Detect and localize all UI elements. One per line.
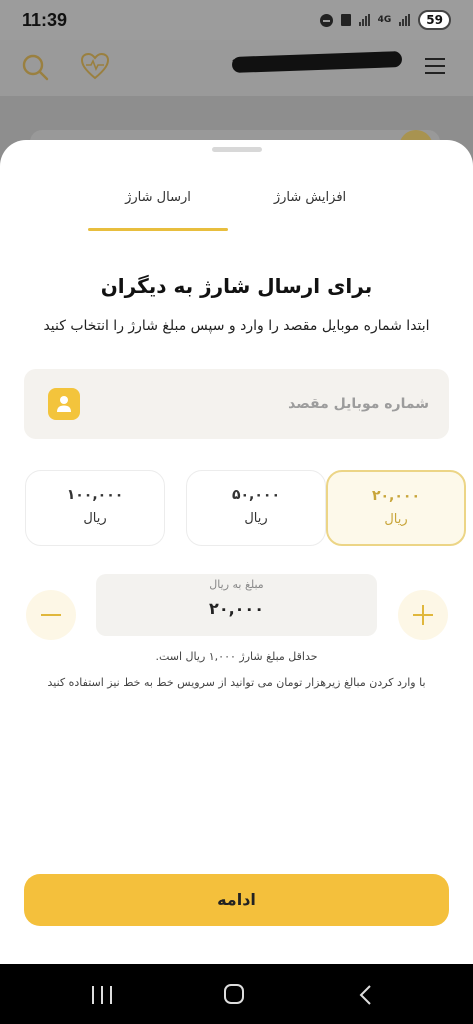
phone-number-input[interactable] (114, 389, 429, 419)
amount-option-unit: ریال (83, 511, 107, 526)
continue-button[interactable]: ادامه (24, 874, 449, 926)
signal-icon-2 (399, 14, 411, 26)
sheet-subtitle: ابتدا شماره موبایل مقصد را وارد و سپس مب… (43, 318, 430, 334)
phone-field (24, 369, 449, 439)
recents-icon[interactable] (92, 986, 112, 1004)
amount-option-value: ۵۰,۰۰۰ (231, 487, 281, 503)
back-icon[interactable] (358, 985, 372, 1005)
status-time: 11:39 (22, 9, 68, 30)
amount-input-label: مبلغ به ریال (209, 578, 264, 591)
amount-option-unit: ریال (384, 512, 408, 527)
amount-option-20000[interactable]: ۲۰,۰۰۰ ریال (326, 470, 466, 546)
service-note: با وارد کردن مبالغ زیرهزار تومان می توان… (47, 676, 426, 689)
menu-icon[interactable] (425, 58, 445, 79)
increase-amount-button[interactable] (398, 590, 448, 640)
amount-option-100000[interactable]: ۱۰۰,۰۰۰ ریال (25, 470, 165, 546)
sim-icon (340, 14, 351, 26)
battery-level: 59 (418, 10, 451, 30)
do-not-disturb-icon (319, 13, 333, 27)
sheet-title: برای ارسال شارژ به دیگران (100, 274, 373, 298)
account-name-redacted (231, 51, 403, 73)
amount-option-value: ۱۰۰,۰۰۰ (66, 487, 124, 503)
amount-option-50000[interactable]: ۵۰,۰۰۰ ریال (186, 470, 326, 546)
tab-increase-charge[interactable]: افزایش شارژ (240, 190, 380, 230)
active-tab-indicator (88, 228, 228, 231)
charge-bottom-sheet: افزایش شارژ ارسال شارژ برای ارسال شارژ ب… (0, 140, 473, 964)
search-icon[interactable] (20, 52, 50, 82)
status-icons: 4G 59 (319, 10, 451, 30)
tab-send-charge[interactable]: ارسال شارژ (88, 190, 228, 230)
decrease-amount-button[interactable] (26, 590, 76, 640)
amount-option-unit: ریال (244, 511, 268, 526)
signal-icon (358, 14, 370, 26)
status-bar: 11:39 4G 59 (0, 0, 473, 40)
contact-icon (57, 396, 71, 412)
heart-icon[interactable] (80, 52, 110, 80)
minimum-amount-note: حداقل مبلغ شارژ ۱,۰۰۰ ریال است. (155, 650, 318, 663)
tab-bar: افزایش شارژ ارسال شارژ (0, 180, 473, 230)
amount-input[interactable]: مبلغ به ریال ۲۰,۰۰۰ (96, 574, 377, 636)
app-header (0, 40, 473, 96)
system-navigation-bar (0, 964, 473, 1024)
amount-input-value: ۲۰,۰۰۰ (209, 599, 264, 618)
contact-picker-button[interactable] (48, 388, 80, 420)
home-icon[interactable] (224, 984, 244, 1004)
amount-option-value: ۲۰,۰۰۰ (371, 488, 421, 504)
network-type: 4G (377, 14, 392, 25)
sheet-drag-handle[interactable] (212, 147, 262, 152)
